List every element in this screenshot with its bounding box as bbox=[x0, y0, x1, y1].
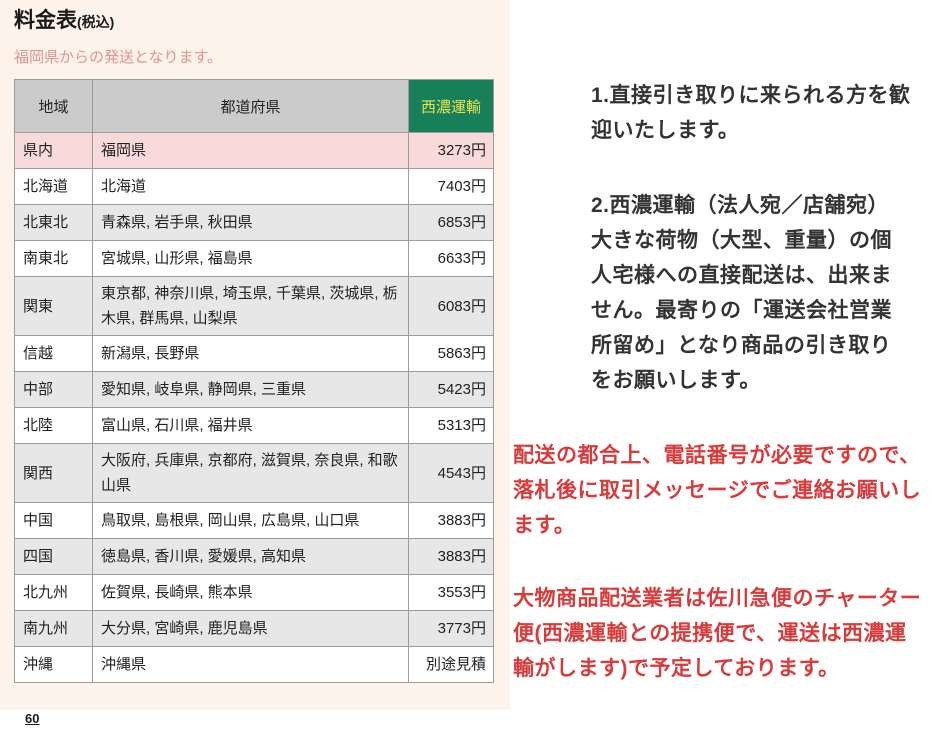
price-cell: 6083円 bbox=[409, 277, 494, 336]
region-cell: 北東北 bbox=[15, 205, 93, 241]
prefectures-cell: 愛知県, 岐阜県, 静岡県, 三重県 bbox=[93, 372, 409, 408]
table-row: 中国鳥取県, 島根県, 岡山県, 広島県, 山口県3883円 bbox=[15, 503, 494, 539]
price-cell: 6853円 bbox=[409, 205, 494, 241]
fee-table-body: 県内福岡県3273円北海道北海道7403円北東北青森県, 岩手県, 秋田県685… bbox=[15, 133, 494, 683]
prefectures-cell: 鳥取県, 島根県, 岡山県, 広島県, 山口県 bbox=[93, 503, 409, 539]
region-cell: 南九州 bbox=[15, 611, 93, 647]
prefectures-cell: 富山県, 石川県, 福井県 bbox=[93, 408, 409, 444]
header-carrier: 西濃運輸 bbox=[409, 80, 494, 133]
table-row: 北東北青森県, 岩手県, 秋田県6853円 bbox=[15, 205, 494, 241]
fee-table-head: 地域 都道府県 西濃運輸 bbox=[15, 80, 494, 133]
price-cell: 7403円 bbox=[409, 169, 494, 205]
region-cell: 北九州 bbox=[15, 575, 93, 611]
table-row: 中部愛知県, 岐阜県, 静岡県, 三重県5423円 bbox=[15, 372, 494, 408]
price-cell: 3883円 bbox=[409, 539, 494, 575]
price-cell: 3553円 bbox=[409, 575, 494, 611]
region-cell: 信越 bbox=[15, 336, 93, 372]
price-cell: 5313円 bbox=[409, 408, 494, 444]
prefectures-cell: 新潟県, 長野県 bbox=[93, 336, 409, 372]
prefectures-cell: 佐賀県, 長崎県, 熊本県 bbox=[93, 575, 409, 611]
prefectures-cell: 徳島県, 香川県, 愛媛県, 高知県 bbox=[93, 539, 409, 575]
shipping-origin-note: 福岡県からの発送となります。 bbox=[14, 49, 496, 67]
price-cell: 5863円 bbox=[409, 336, 494, 372]
table-row: 信越新潟県, 長野県5863円 bbox=[15, 336, 494, 372]
price-cell: 4543円 bbox=[409, 444, 494, 503]
prefectures-cell: 宮城県, 山形県, 福島県 bbox=[93, 241, 409, 277]
price-cell: 5423円 bbox=[409, 372, 494, 408]
header-region: 地域 bbox=[15, 80, 93, 133]
table-row: 南東北宮城県, 山形県, 福島県6633円 bbox=[15, 241, 494, 277]
region-cell: 中国 bbox=[15, 503, 93, 539]
fee-panel: 料金表(税込) 福岡県からの発送となります。 地域 都道府県 西濃運輸 県内福岡… bbox=[0, 0, 510, 710]
prefectures-cell: 青森県, 岩手県, 秋田県 bbox=[93, 205, 409, 241]
prefectures-cell: 大阪府, 兵庫県, 京都府, 滋賀県, 奈良県, 和歌山県 bbox=[93, 444, 409, 503]
table-row: 北九州佐賀県, 長崎県, 熊本県3553円 bbox=[15, 575, 494, 611]
price-cell: 3773円 bbox=[409, 611, 494, 647]
notes-panel: 1.直接引き取りに来られる方を歓 迎いたします。 2.西濃運輸（法人宛／店舗宛）… bbox=[513, 78, 941, 686]
region-cell: 四国 bbox=[15, 539, 93, 575]
prefectures-cell: 東京都, 神奈川県, 埼玉県, 千葉県, 茨城県, 栃木県, 群馬県, 山梨県 bbox=[93, 277, 409, 336]
table-row: 沖縄沖縄県別途見積 bbox=[15, 647, 494, 683]
region-cell: 北陸 bbox=[15, 408, 93, 444]
pickup-note: 1.直接引き取りに来られる方を歓 迎いたします。 bbox=[591, 78, 941, 148]
table-row: 北海道北海道7403円 bbox=[15, 169, 494, 205]
table-row: 関東東京都, 神奈川県, 埼玉県, 千葉県, 茨城県, 栃木県, 群馬県, 山梨… bbox=[15, 277, 494, 336]
page-title-suffix: (税込) bbox=[77, 14, 114, 30]
region-cell: 北海道 bbox=[15, 169, 93, 205]
charter-delivery-note: 大物商品配送業者は佐川急便のチャーター 便(西濃運輸との提携便で、運送は西濃運 … bbox=[513, 581, 941, 686]
price-cell: 3883円 bbox=[409, 503, 494, 539]
page-title-main: 料金表 bbox=[14, 9, 77, 32]
shipping-fee-table: 地域 都道府県 西濃運輸 県内福岡県3273円北海道北海道7403円北東北青森県… bbox=[14, 79, 494, 683]
carrier-restriction-note: 2.西濃運輸（法人宛／店舗宛） 大きな荷物（大型、重量）の個 人宅様への直接配送… bbox=[591, 188, 941, 398]
table-row: 南九州大分県, 宮崎県, 鹿児島県3773円 bbox=[15, 611, 494, 647]
table-row: 県内福岡県3273円 bbox=[15, 133, 494, 169]
phone-number-note: 配送の都合上、電話番号が必要ですので、 落札後に取引メッセージでご連絡お願いし … bbox=[513, 438, 941, 543]
header-row: 地域 都道府県 西濃運輸 bbox=[15, 80, 494, 133]
price-cell: 別途見積 bbox=[409, 647, 494, 683]
header-prefectures: 都道府県 bbox=[93, 80, 409, 133]
price-cell: 3273円 bbox=[409, 133, 494, 169]
prefectures-cell: 北海道 bbox=[93, 169, 409, 205]
region-cell: 関東 bbox=[15, 277, 93, 336]
region-cell: 沖縄 bbox=[15, 647, 93, 683]
region-cell: 中部 bbox=[15, 372, 93, 408]
table-row: 北陸富山県, 石川県, 福井県5313円 bbox=[15, 408, 494, 444]
page-title: 料金表(税込) bbox=[14, 8, 496, 35]
prefectures-cell: 沖縄県 bbox=[93, 647, 409, 683]
prefectures-cell: 福岡県 bbox=[93, 133, 409, 169]
region-cell: 県内 bbox=[15, 133, 93, 169]
prefectures-cell: 大分県, 宮崎県, 鹿児島県 bbox=[93, 611, 409, 647]
region-cell: 関西 bbox=[15, 444, 93, 503]
page-number: 60 bbox=[25, 711, 39, 726]
table-row: 関西大阪府, 兵庫県, 京都府, 滋賀県, 奈良県, 和歌山県4543円 bbox=[15, 444, 494, 503]
price-cell: 6633円 bbox=[409, 241, 494, 277]
region-cell: 南東北 bbox=[15, 241, 93, 277]
table-row: 四国徳島県, 香川県, 愛媛県, 高知県3883円 bbox=[15, 539, 494, 575]
